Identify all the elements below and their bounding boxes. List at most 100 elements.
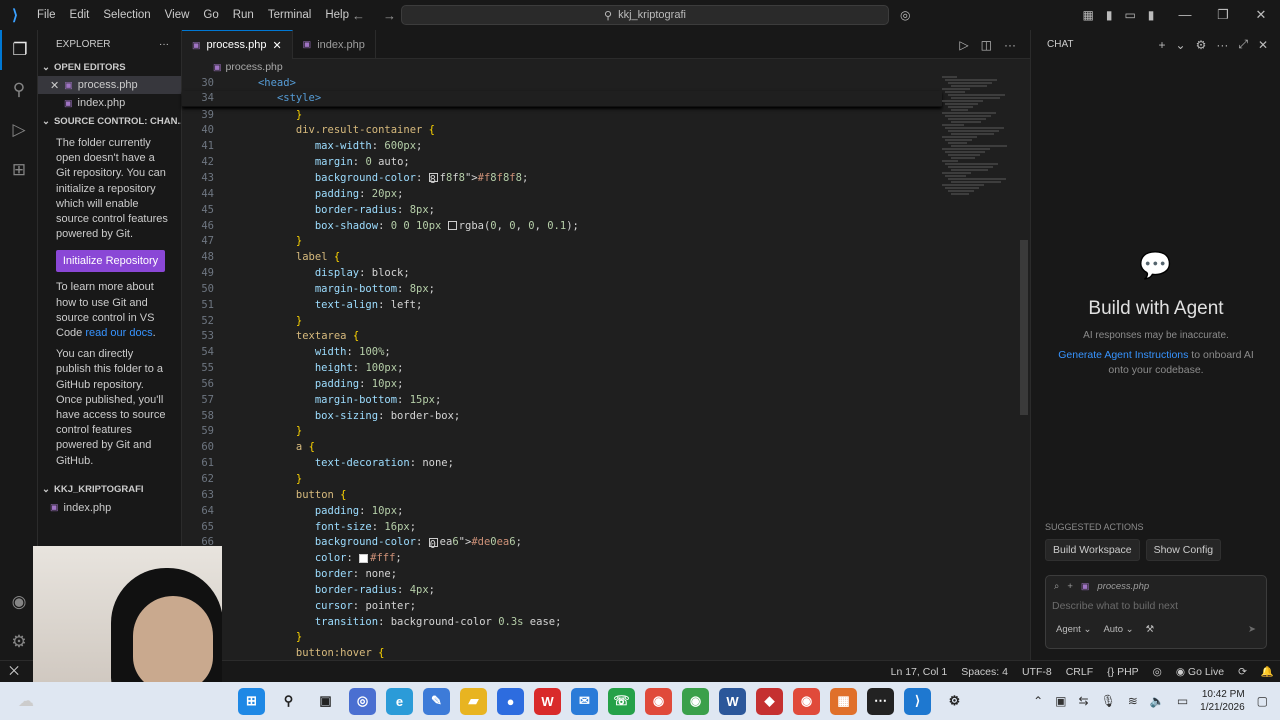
sticky-scroll-line[interactable]: 30 <head> [182, 75, 942, 91]
zoom-icon[interactable]: ● [497, 687, 524, 715]
code-line[interactable]: 72 } [182, 630, 942, 646]
sticky-scroll-line[interactable]: 34 <style> [182, 91, 942, 107]
build-workspace-button[interactable]: Build Workspace [1045, 539, 1140, 561]
volume-icon[interactable]: 🔈 [1150, 694, 1165, 708]
copilot-status-icon[interactable]: ◎ [1153, 666, 1162, 678]
code-line[interactable]: 65 font-size: 16px; [182, 519, 942, 535]
minimap[interactable] [942, 75, 1017, 225]
file-explorer-icon[interactable]: ▰ [460, 687, 487, 715]
code-line[interactable]: 57 margin-bottom: 15px; [182, 392, 942, 408]
code-line[interactable]: 48 label { [182, 249, 942, 265]
code-line[interactable]: 70 cursor: pointer; [182, 598, 942, 614]
code-line[interactable]: 52 } [182, 313, 942, 329]
code-line[interactable]: 61 text-decoration: none; [182, 455, 942, 471]
back-arrow-icon[interactable]: ← [352, 8, 365, 23]
code-line[interactable]: 53 textarea { [182, 329, 942, 345]
wifi-icon[interactable]: ≋ [1128, 694, 1138, 708]
code-line[interactable]: 49 display: block; [182, 265, 942, 281]
start-menu-icon[interactable]: ⊞ [238, 687, 265, 715]
app-icon[interactable]: ◆ [756, 687, 783, 715]
code-line[interactable]: 63 button { [182, 487, 942, 503]
mail-icon[interactable]: ✉ [571, 687, 598, 715]
search-view-icon[interactable]: ⚲ [0, 70, 38, 110]
app-icon[interactable]: ✎ [423, 687, 450, 715]
forward-arrow-icon[interactable]: → [383, 8, 396, 23]
breadcrumb[interactable]: ▣ process.php [182, 59, 1030, 75]
chevron-down-icon[interactable]: ⌄ [1176, 38, 1186, 52]
attach-icon[interactable]: ⌕ [1054, 581, 1059, 592]
open-editor-item[interactable]: ✕ ▣ process.php [38, 76, 181, 94]
code-line[interactable]: 44 padding: 20px; [182, 186, 942, 202]
code-line[interactable]: 54 width: 100%; [182, 344, 942, 360]
weather-icon[interactable]: ☁ [18, 691, 34, 711]
more-actions-icon[interactable]: ··· [1216, 38, 1228, 52]
close-icon[interactable]: ✕ [1258, 38, 1268, 52]
menu-help[interactable]: Help [318, 0, 356, 30]
code-line[interactable]: 67 color: #fff; [182, 550, 942, 566]
chat-input-field[interactable]: Describe what to build next [1046, 597, 1266, 615]
source-control-header[interactable]: ⌄ SOURCE CONTROL: CHAN... [38, 112, 181, 130]
menu-edit[interactable]: Edit [63, 0, 97, 30]
code-line[interactable]: 46 box-shadow: 0 0 10px rgba(0, 0, 0, 0.… [182, 218, 942, 234]
code-line[interactable]: 56 padding: 10px; [182, 376, 942, 392]
context-file[interactable]: process.php [1097, 581, 1149, 592]
code-view[interactable]: 30 <head> 34 <style> 39 } 40 div.result-con… [182, 75, 942, 661]
chat-input-box[interactable]: ⌕ + ▣ process.php Describe what to build… [1045, 575, 1267, 649]
close-window-icon[interactable]: ✕ [1242, 0, 1280, 30]
chrome-icon[interactable]: ◉ [793, 687, 820, 715]
code-line[interactable]: 58 box-sizing: border-box; [182, 408, 942, 424]
whatsapp-icon[interactable]: ☏ [608, 687, 635, 715]
code-line[interactable]: 50 margin-bottom: 8px; [182, 281, 942, 297]
indentation[interactable]: Spaces: 4 [961, 666, 1008, 678]
extensions-icon[interactable]: ⊞ [0, 150, 38, 190]
edge-icon[interactable]: e [386, 687, 413, 715]
search-icon[interactable]: ⚲ [275, 688, 302, 715]
add-context-icon[interactable]: + [1067, 581, 1073, 592]
microphone-icon[interactable]: 🎙 [1101, 694, 1116, 708]
encoding[interactable]: UTF-8 [1022, 666, 1052, 678]
new-chat-icon[interactable]: + [1158, 38, 1165, 52]
more-actions-icon[interactable]: ··· [1004, 38, 1016, 52]
send-icon[interactable]: ➤ [1248, 624, 1256, 635]
tray-app-icon[interactable]: ⇆ [1079, 694, 1089, 708]
app-icon[interactable]: ⋯ [867, 687, 894, 715]
sidebar-toggle-icon[interactable]: ▮ [1106, 8, 1113, 22]
code-line[interactable]: 47 } [182, 233, 942, 249]
code-line[interactable]: 45 border-radius: 8px; [182, 202, 942, 218]
code-line[interactable]: 71 transition: background-color 0.3s eas… [182, 614, 942, 630]
run-debug-icon[interactable]: ▷ [0, 110, 38, 150]
app-icon[interactable]: ⚙ [941, 688, 968, 715]
code-line[interactable]: 68 border: none; [182, 566, 942, 582]
code-line[interactable]: 69 border-radius: 4px; [182, 582, 942, 598]
menu-terminal[interactable]: Terminal [261, 0, 318, 30]
app-icon[interactable]: ▦ [830, 687, 857, 715]
minimize-icon[interactable]: — [1166, 0, 1204, 30]
layout-toggle-icon[interactable]: ▦ [1082, 8, 1093, 22]
clock[interactable]: 10:42 PM 1/21/2026 [1200, 688, 1245, 714]
editor-scrollbar[interactable] [1020, 240, 1028, 415]
model-picker[interactable]: Auto ⌄ [1103, 624, 1133, 635]
settings-gear-icon[interactable]: ⚙ [1196, 38, 1207, 52]
language-mode[interactable]: {} PHP [1107, 666, 1139, 678]
wps-icon[interactable]: W [534, 687, 561, 715]
mode-picker[interactable]: Agent ⌄ [1056, 624, 1091, 635]
task-view-icon[interactable]: ▣ [312, 688, 339, 715]
vscode-taskbar-icon[interactable]: ⟩ [904, 687, 931, 715]
cursor-position[interactable]: Ln 17, Col 1 [891, 666, 948, 678]
maximize-panel-icon[interactable]: ⤢ [1238, 37, 1248, 52]
run-icon[interactable]: ▷ [959, 38, 968, 52]
code-line[interactable]: 43 background-color: 8 f8f8"> #f8f8f8; [182, 170, 942, 187]
menu-selection[interactable]: Selection [96, 0, 157, 30]
sync-icon[interactable]: ⟳ [1238, 666, 1247, 678]
maximize-icon[interactable]: ❐ [1204, 0, 1242, 30]
app-icon[interactable]: ◎ [349, 687, 376, 715]
menu-file[interactable]: File [30, 0, 63, 30]
menu-run[interactable]: Run [226, 0, 261, 30]
split-editor-icon[interactable]: ◫ [981, 38, 992, 52]
line-ending[interactable]: CRLF [1066, 666, 1093, 678]
code-line[interactable]: 40 div.result-container { [182, 123, 942, 139]
code-line[interactable]: 55 height: 100px; [182, 360, 942, 376]
read-docs-link[interactable]: read our docs [85, 327, 152, 339]
tab-index-php[interactable]: ▣ index.php [293, 30, 376, 59]
command-center[interactable]: ⚲ kkj_kriptografi [401, 5, 889, 25]
